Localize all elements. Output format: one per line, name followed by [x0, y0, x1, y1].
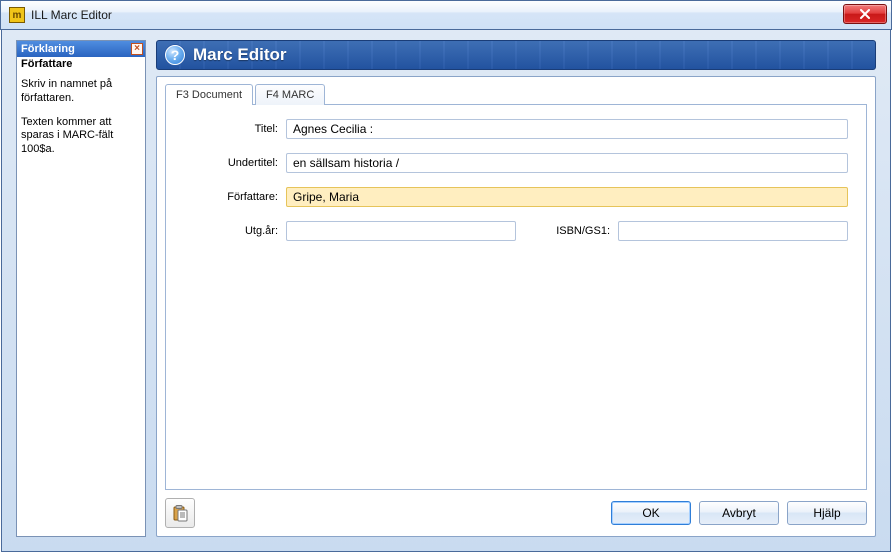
title-bar: m ILL Marc Editor [0, 0, 892, 30]
row-title: Titel: [184, 119, 848, 139]
row-year-isbn: Utg.år: ISBN/GS1: [184, 221, 848, 241]
panel-header: ? Marc Editor [156, 40, 876, 70]
input-author[interactable] [286, 187, 848, 207]
sidebar-topic: Författare [21, 58, 141, 70]
tab-strip: F3 Document F4 MARC [165, 84, 867, 105]
label-isbn: ISBN/GS1: [540, 225, 610, 237]
footer: OK Avbryt Hjälp [165, 490, 867, 528]
label-year: Utg.år: [184, 225, 278, 237]
label-title: Titel: [184, 123, 278, 135]
sidebar-paragraph: Texten kommer att sparas i MARC-fält 100… [21, 116, 141, 157]
input-title[interactable] [286, 119, 848, 139]
panel-title: Marc Editor [193, 45, 287, 65]
sidebar-header-label: Förklaring [21, 43, 75, 55]
panel-body: F3 Document F4 MARC Titel: Undertitel: [156, 76, 876, 537]
row-author: Författare: [184, 187, 848, 207]
label-subtitle: Undertitel: [184, 157, 278, 169]
tab-pane: Titel: Undertitel: Författare: U [165, 104, 867, 490]
tab-document[interactable]: F3 Document [165, 84, 253, 105]
sidebar-paragraph: Skriv in namnet på författaren. [21, 78, 141, 106]
form: Titel: Undertitel: Författare: U [184, 119, 848, 241]
help-icon[interactable]: ? [165, 45, 185, 65]
sidebar-close-button[interactable]: × [131, 43, 143, 55]
client-area: Förklaring × Författare Skriv in namnet … [1, 30, 891, 552]
close-button[interactable] [843, 4, 887, 24]
ok-button[interactable]: OK [611, 501, 691, 525]
cancel-button[interactable]: Avbryt [699, 501, 779, 525]
sidebar: Förklaring × Författare Skriv in namnet … [16, 40, 146, 537]
input-year[interactable] [286, 221, 516, 241]
window-title: ILL Marc Editor [31, 8, 112, 22]
sidebar-header: Förklaring × [17, 41, 145, 57]
sidebar-body: Författare Skriv in namnet på författare… [17, 57, 145, 168]
input-subtitle[interactable] [286, 153, 848, 173]
main-panel: ? Marc Editor F3 Document F4 MARC Titel: [156, 40, 876, 537]
row-subtitle: Undertitel: [184, 153, 848, 173]
tab-marc[interactable]: F4 MARC [255, 84, 325, 105]
app-icon: m [9, 7, 25, 23]
clipboard-icon [171, 504, 189, 522]
paste-button[interactable] [165, 498, 195, 528]
label-author: Författare: [184, 191, 278, 203]
input-isbn[interactable] [618, 221, 848, 241]
help-button[interactable]: Hjälp [787, 501, 867, 525]
close-icon [859, 9, 871, 19]
